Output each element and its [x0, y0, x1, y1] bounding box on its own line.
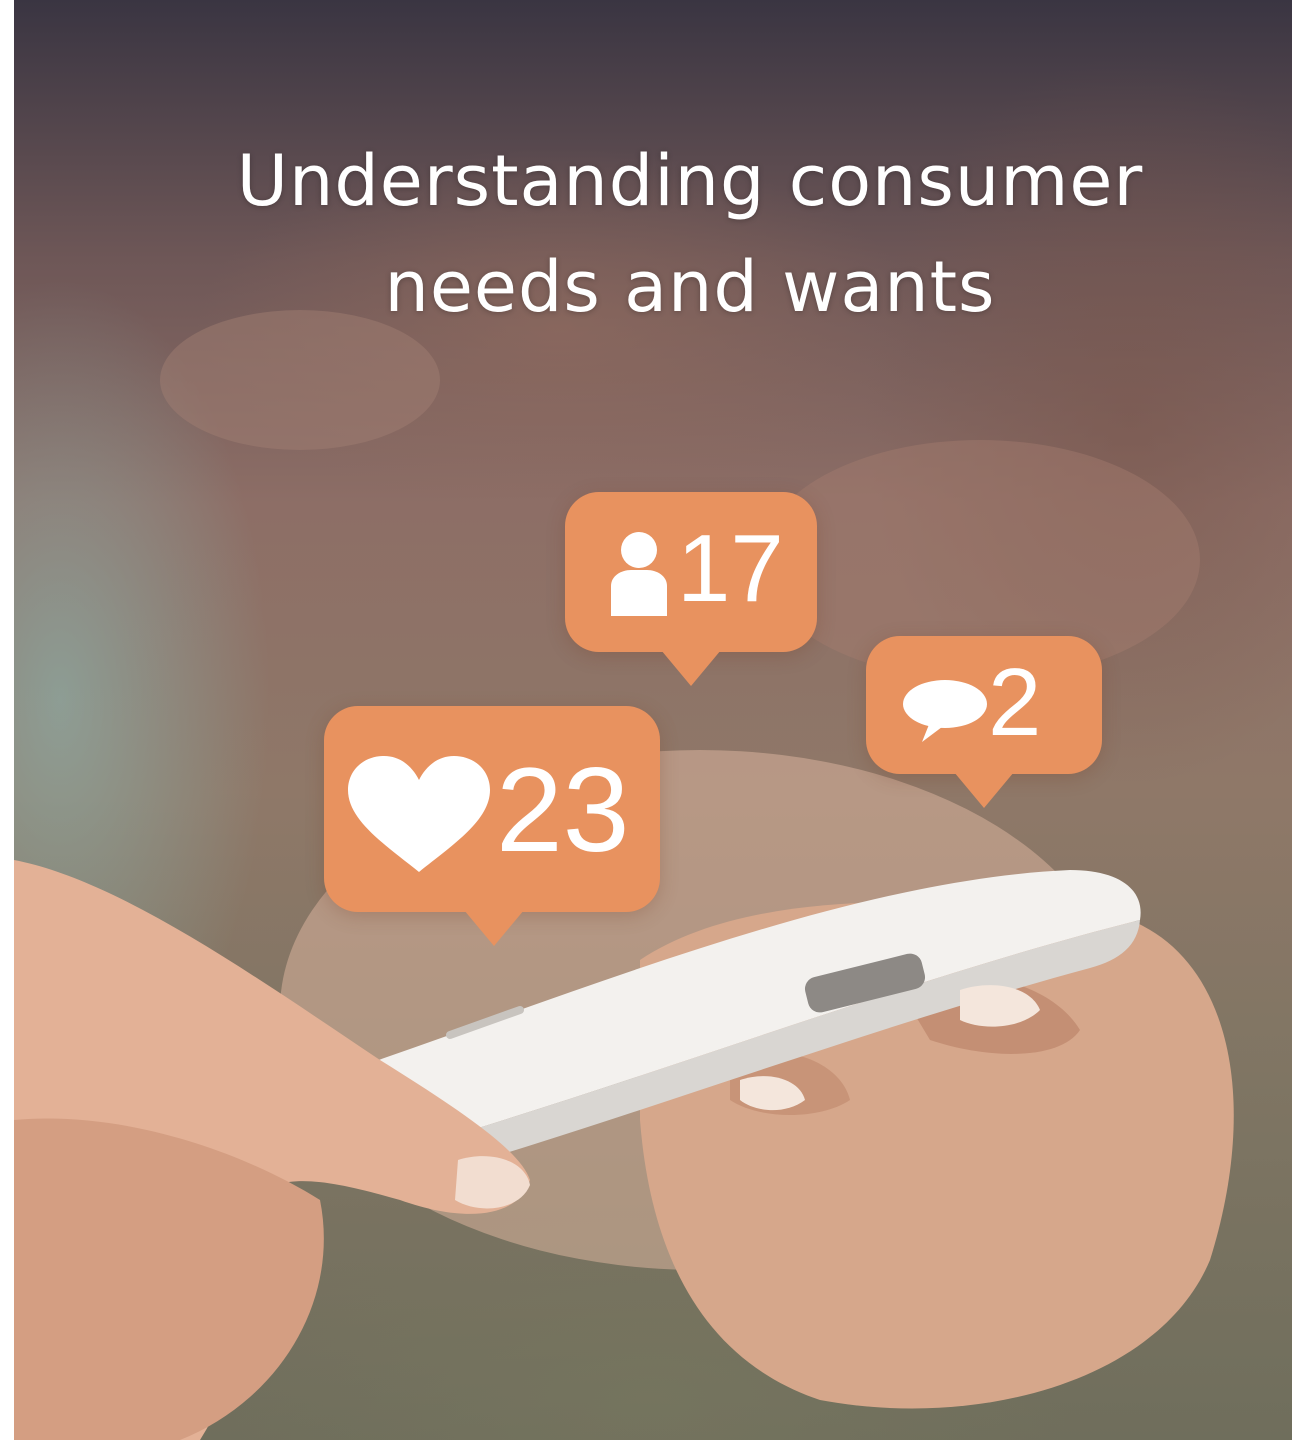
title-line-2: needs and wants [384, 246, 996, 328]
likes-count: 23 [496, 743, 630, 877]
title-line-1: Understanding consumer [236, 140, 1144, 222]
followers-count: 17 [677, 515, 784, 622]
followers-notification-bubble: 17 [565, 492, 817, 686]
slide: Understanding consumer needs and wants 1… [0, 0, 1292, 1440]
bubble-tail [464, 910, 524, 946]
left-edge-strip [0, 0, 14, 1440]
bubble-tail [954, 772, 1014, 808]
person-icon [611, 532, 667, 616]
likes-notification-bubble: 23 [324, 706, 660, 946]
comments-count: 2 [988, 649, 1042, 756]
heart-icon [348, 756, 490, 872]
slide-title: Understanding consumer needs and wants [110, 128, 1270, 340]
bubble-tail [661, 650, 721, 686]
speech-bubble-icon [903, 680, 987, 742]
comments-notification-bubble: 2 [866, 636, 1102, 808]
